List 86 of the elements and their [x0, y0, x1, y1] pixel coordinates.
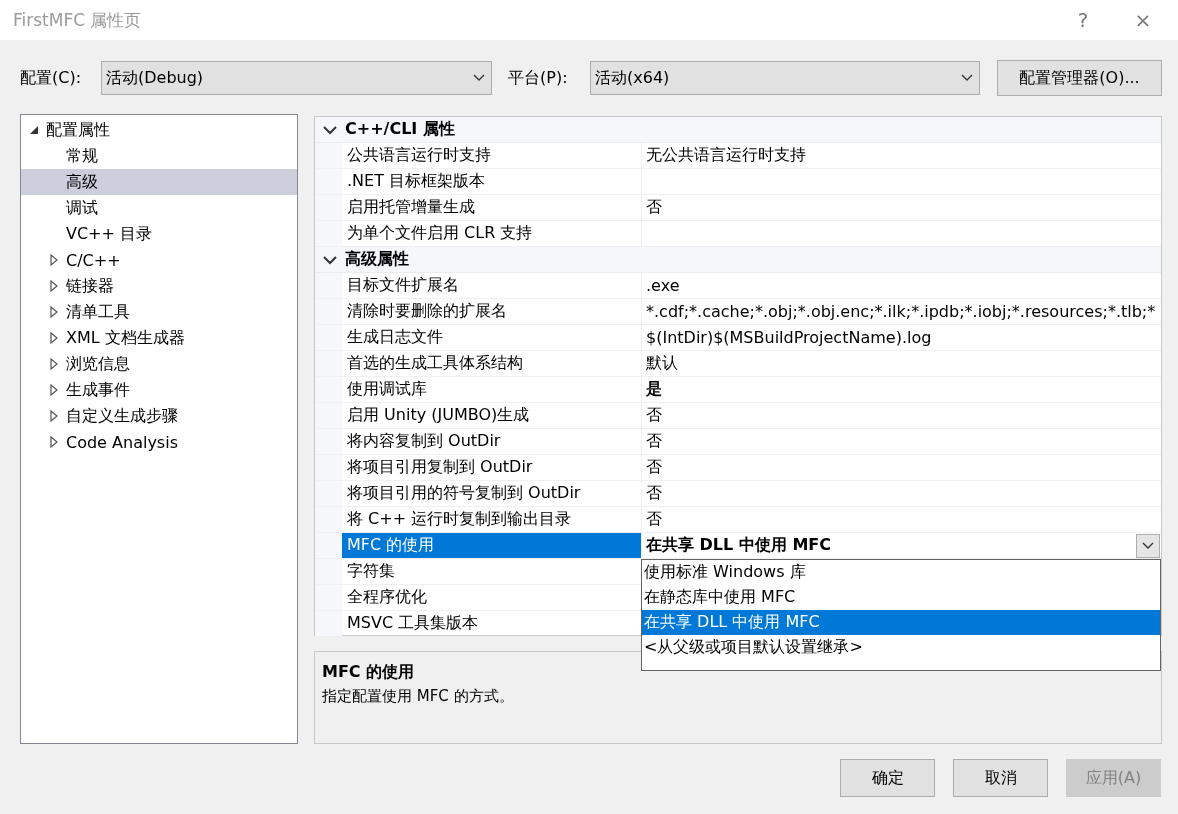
tree-label: 清单工具 [66, 301, 130, 323]
dropdown-button[interactable] [1136, 533, 1160, 558]
config-label: 配置(C): [20, 67, 83, 89]
property-name[interactable]: 首选的生成工具体系结构 [342, 351, 642, 376]
tree-item[interactable]: C/C++ [21, 247, 297, 273]
window-title: FirstMFC 属性页 [13, 8, 143, 32]
property-value: 在共享 DLL 中使用 MFC [646, 535, 832, 556]
description-title: MFC 的使用 [322, 662, 416, 683]
property-name[interactable]: 将项目引用的符号复制到 OutDir [342, 481, 642, 506]
property-name[interactable]: MFC 的使用 [342, 533, 642, 558]
property-name[interactable]: 将项目引用复制到 OutDir [342, 455, 642, 480]
tree-item[interactable]: VC++ 目录 [21, 221, 297, 247]
property-name[interactable]: 将内容复制到 OutDir [342, 429, 642, 454]
chevron-down-icon [961, 74, 973, 82]
property-name[interactable]: 启用 Unity (JUMBO)生成 [342, 403, 642, 428]
tree-item[interactable]: 自定义生成步骤 [21, 403, 297, 429]
collapsed-arrow-icon[interactable] [49, 254, 59, 266]
tree-item[interactable]: XML 文档生成器 [21, 325, 297, 351]
tree-item[interactable]: 高级 [21, 169, 297, 195]
collapsed-arrow-icon[interactable] [49, 436, 59, 448]
tree-label: 自定义生成步骤 [66, 405, 178, 427]
tree-label: 高级 [66, 171, 98, 193]
tree-item[interactable]: 调试 [21, 195, 297, 221]
property-name[interactable]: 启用托管增量生成 [342, 195, 642, 220]
chevron-down-icon[interactable] [323, 254, 337, 265]
chevron-down-icon [473, 74, 485, 82]
tree-label: 生成事件 [66, 379, 130, 401]
tree-label: 配置属性 [46, 119, 110, 141]
tree-item[interactable]: 浏览信息 [21, 351, 297, 377]
collapsed-arrow-icon[interactable] [49, 410, 59, 422]
description-text: 指定配置使用 MFC 的方式。 [322, 687, 515, 706]
tree-label: VC++ 目录 [66, 223, 152, 245]
tree-item[interactable]: 生成事件 [21, 377, 297, 403]
dropdown-option[interactable]: 在共享 DLL 中使用 MFC [642, 610, 1160, 635]
property-value: 默认 [646, 353, 679, 374]
property-name[interactable]: 生成日志文件 [342, 325, 642, 350]
dialog-button[interactable]: 确定 [840, 759, 935, 797]
property-value: 否 [646, 509, 663, 530]
tree-item[interactable]: 清单工具 [21, 299, 297, 325]
property-value: 无公共语言运行时支持 [646, 145, 807, 166]
tree-item[interactable]: 配置属性 [21, 117, 297, 143]
tree-label: 链接器 [66, 275, 114, 297]
property-value: $(IntDir)$(MSBuildProjectName).log [646, 328, 933, 347]
platform-dropdown[interactable]: 活动(x64) [590, 61, 980, 95]
collapsed-arrow-icon[interactable] [49, 306, 59, 318]
property-name[interactable]: 公共语言运行时支持 [342, 143, 642, 168]
property-name[interactable]: 将 C++ 运行时复制到输出目录 [342, 507, 642, 532]
property-value: 是 [646, 379, 663, 400]
platform-label: 平台(P): [508, 67, 569, 89]
tree-label: Code Analysis [66, 432, 178, 452]
section-title: 高级属性 [345, 249, 409, 270]
collapsed-arrow-icon[interactable] [49, 358, 59, 370]
expanded-arrow-icon[interactable] [29, 125, 39, 135]
collapsed-arrow-icon[interactable] [49, 332, 59, 344]
property-value: 否 [646, 483, 663, 504]
config-dropdown[interactable]: 活动(Debug) [101, 61, 492, 95]
property-value: 否 [646, 457, 663, 478]
tree-label: 浏览信息 [66, 353, 130, 375]
property-name[interactable]: .NET 目标框架版本 [342, 169, 642, 194]
collapsed-arrow-icon[interactable] [49, 280, 59, 292]
close-button[interactable]: × [1118, 0, 1168, 40]
dialog-button[interactable]: 取消 [953, 759, 1048, 797]
property-name[interactable]: 清除时要删除的扩展名 [342, 299, 642, 324]
property-value: 否 [646, 197, 663, 218]
tree-label: 调试 [66, 197, 98, 219]
section-title: C++/CLI 属性 [345, 119, 455, 140]
property-name[interactable]: 目标文件扩展名 [342, 273, 642, 298]
tree-label: 常规 [66, 145, 98, 167]
tree-label: XML 文档生成器 [66, 327, 185, 349]
property-value: .exe [646, 276, 681, 295]
help-button[interactable]: ? [1058, 0, 1108, 40]
config-manager-button[interactable]: 配置管理器(O)... [997, 60, 1162, 96]
tree-label: C/C++ [66, 250, 121, 270]
chevron-down-icon[interactable] [323, 124, 337, 135]
tree-item[interactable]: 链接器 [21, 273, 297, 299]
property-name[interactable]: 使用调试库 [342, 377, 642, 402]
property-value: 否 [646, 431, 663, 452]
property-value: *.cdf;*.cache;*.obj;*.obj.enc;*.ilk;*.ipdb;*.iobj;*.resources;*.tlb;* [646, 302, 1157, 321]
section-header[interactable]: 高级属性 [315, 247, 1161, 273]
collapsed-arrow-icon[interactable] [49, 384, 59, 396]
property-value: 否 [646, 405, 663, 426]
section-header[interactable]: C++/CLI 属性 [315, 117, 1161, 143]
tree-item[interactable]: Code Analysis [21, 429, 297, 455]
chevron-down-icon [1142, 541, 1154, 550]
tree-item[interactable]: 常规 [21, 143, 297, 169]
property-name[interactable]: 为单个文件启用 CLR 支持 [342, 221, 642, 246]
